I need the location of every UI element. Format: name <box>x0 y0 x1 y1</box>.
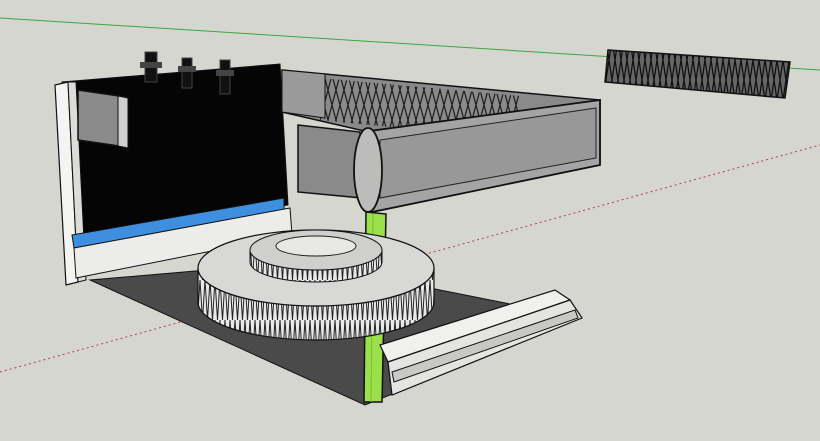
floating-duct-segment[interactable] <box>604 49 791 99</box>
scene-canvas[interactable] <box>0 0 820 441</box>
left-duct-opening[interactable] <box>77 89 129 149</box>
circular-fan[interactable] <box>197 229 435 341</box>
modeling-viewport[interactable] <box>0 0 820 441</box>
